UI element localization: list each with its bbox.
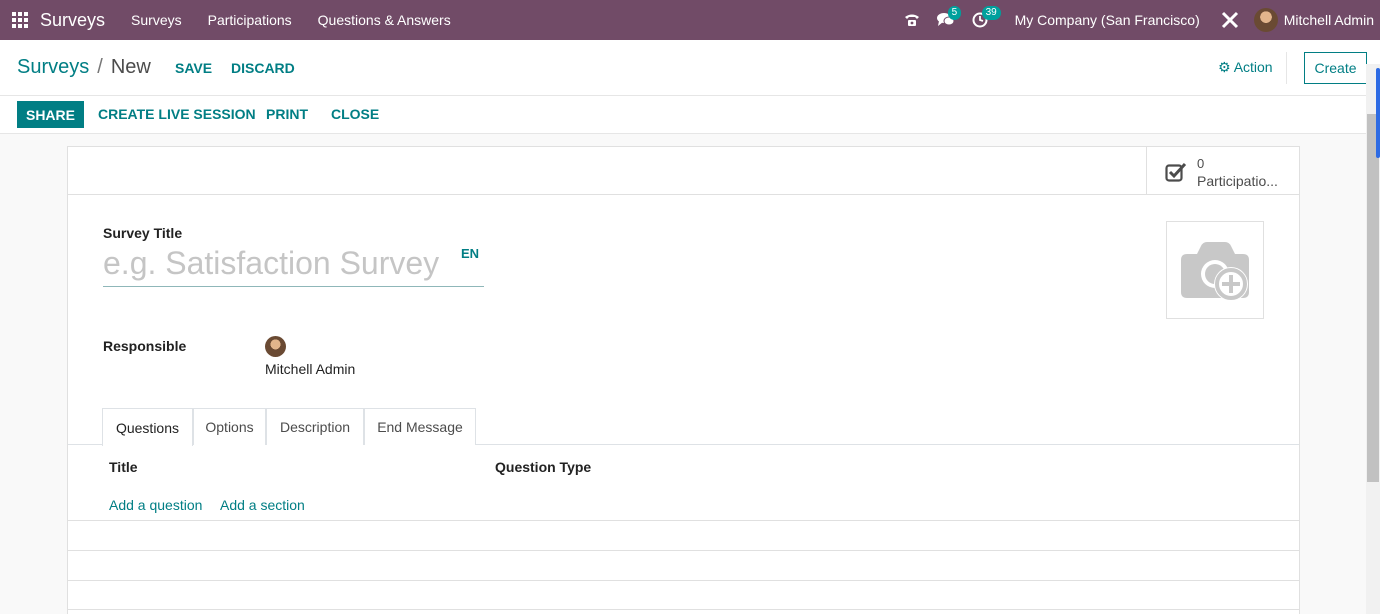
survey-title-label: Survey Title	[103, 225, 183, 241]
save-button[interactable]: SAVE	[175, 60, 212, 76]
share-button[interactable]: SHARE	[17, 101, 84, 128]
print-button[interactable]: PRINT	[266, 106, 308, 122]
form-statusbar: SHARE CREATE LIVE SESSION PRINT CLOSE	[0, 96, 1380, 134]
user-avatar[interactable]	[1253, 8, 1278, 32]
scroll-accent	[1376, 68, 1380, 158]
participations-label: Participatio...	[1197, 173, 1278, 189]
activities-count-badge: 39	[981, 6, 1001, 20]
tab-questions[interactable]: Questions	[102, 408, 193, 446]
user-menu[interactable]: Mitchell Admin	[1284, 12, 1374, 28]
responsible-avatar	[265, 336, 286, 357]
tools-icon[interactable]	[1216, 0, 1244, 40]
apps-grid-icon[interactable]	[0, 0, 40, 40]
responsible-label: Responsible	[103, 338, 187, 354]
divider	[1286, 52, 1287, 84]
table-row-divider	[68, 580, 1299, 581]
action-menu-button[interactable]: ⚙ Action	[1218, 59, 1273, 76]
survey-image-upload[interactable]	[1166, 221, 1264, 319]
app-brand[interactable]: Surveys	[40, 10, 105, 31]
add-section-link[interactable]: Add a section	[220, 497, 305, 513]
chat-icon[interactable]: 5	[929, 0, 963, 40]
close-button[interactable]: CLOSE	[331, 106, 379, 122]
checkbox-icon	[1165, 162, 1187, 182]
scrollbar-thumb[interactable]	[1367, 114, 1379, 482]
responsible-field[interactable]: Mitchell Admin	[265, 361, 355, 377]
participations-count: 0	[1197, 156, 1205, 171]
messages-count-badge: 5	[947, 6, 962, 20]
column-header-question-type[interactable]: Question Type	[495, 459, 591, 475]
tab-description[interactable]: Description	[266, 408, 364, 445]
breadcrumb-surveys[interactable]: Surveys	[17, 56, 89, 78]
control-panel: Surveys / New SAVE DISCARD ⚙ Action Create	[0, 40, 1380, 96]
column-header-title[interactable]: Title	[109, 459, 138, 475]
participations-stat-button[interactable]: 0 Participatio...	[1146, 147, 1299, 195]
table-row-divider	[68, 550, 1299, 551]
table-row-divider	[68, 520, 1299, 521]
gear-icon: ⚙	[1218, 59, 1231, 75]
tab-options[interactable]: Options	[193, 408, 266, 445]
form-sheet: 0 Participatio... Survey Title e.g. Sati…	[67, 146, 1300, 614]
form-tabs: Questions Options Description End Messag…	[68, 408, 1299, 446]
discard-button[interactable]: DISCARD	[231, 60, 295, 76]
action-label: Action	[1233, 59, 1273, 75]
company-switcher[interactable]: My Company (San Francisco)	[1015, 12, 1200, 28]
add-question-link[interactable]: Add a question	[109, 497, 202, 513]
top-navbar: Surveys Surveys Participations Questions…	[0, 0, 1380, 40]
breadcrumb: Surveys / New	[17, 56, 151, 78]
phone-icon[interactable]	[895, 0, 929, 40]
camera-plus-icon	[1181, 242, 1249, 301]
create-button[interactable]: Create	[1304, 52, 1367, 84]
tab-end-message[interactable]: End Message	[364, 408, 476, 445]
language-button[interactable]: EN	[461, 246, 479, 261]
survey-title-input[interactable]: e.g. Satisfaction Survey	[103, 245, 484, 287]
create-live-session-button[interactable]: CREATE LIVE SESSION	[98, 106, 256, 122]
button-box: 0 Participatio...	[68, 147, 1299, 195]
menu-surveys[interactable]: Surveys	[131, 12, 182, 28]
menu-participations[interactable]: Participations	[208, 12, 292, 28]
table-row-divider	[68, 609, 1299, 610]
breadcrumb-current: New	[110, 56, 151, 78]
clock-icon[interactable]: 39	[963, 0, 1001, 40]
menu-questions-answers[interactable]: Questions & Answers	[318, 12, 451, 28]
